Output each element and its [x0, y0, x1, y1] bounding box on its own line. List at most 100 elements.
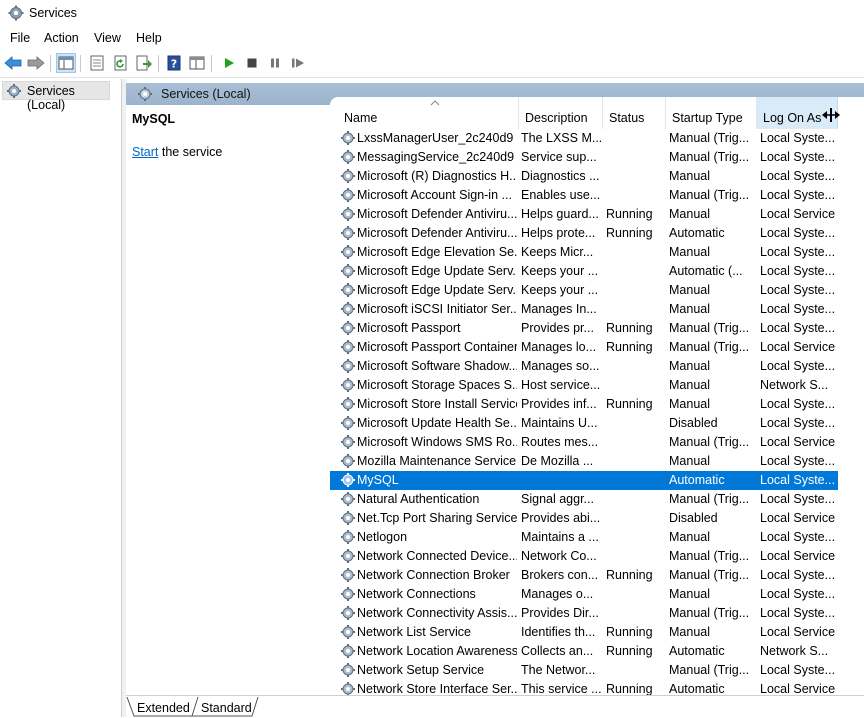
cell-startup-type: Automatic [669, 682, 725, 695]
forward-icon[interactable] [26, 53, 46, 73]
window-title: Services [29, 6, 77, 20]
cell-name: Network Connectivity Assis... [357, 606, 517, 620]
table-row[interactable]: Microsoft Edge Update Serv... Keeps your … [330, 281, 838, 300]
cell-name: Microsoft Edge Update Serv... [357, 264, 517, 278]
cell-log-on-as: Local Syste... [760, 245, 836, 259]
cell-log-on-as: Local Syste... [760, 131, 836, 145]
column-header-startup-type[interactable]: Startup Type [666, 97, 757, 129]
table-row[interactable]: Network Connected Device... Network Co...… [330, 547, 838, 566]
column-header-label: Description [525, 111, 588, 125]
table-row[interactable]: Microsoft Update Health Se... Maintains U… [330, 414, 838, 433]
start-service-icon[interactable] [219, 53, 239, 73]
cell-startup-type: Manual (Trig... [669, 663, 750, 677]
restart-service-icon[interactable] [288, 53, 308, 73]
cell-name: Network List Service [357, 625, 471, 639]
cell-description: Helps guard... [521, 207, 599, 221]
table-row[interactable]: Mozilla Maintenance Service De Mozilla ..… [330, 452, 838, 471]
service-gear-icon [341, 283, 355, 297]
table-row[interactable]: Network Connections Manages o... Manual Loc… [330, 585, 838, 604]
table-row[interactable]: Microsoft Store Install Service Provides … [330, 395, 838, 414]
cell-status: Running [606, 207, 653, 221]
services-gear-icon [8, 5, 24, 21]
pause-service-icon[interactable] [265, 53, 285, 73]
table-row[interactable]: Microsoft Account Sign-in ... Enables use… [330, 186, 838, 205]
cell-description: Manages so... [521, 359, 600, 373]
table-row[interactable]: Microsoft iSCSI Initiator Ser... Manages … [330, 300, 838, 319]
back-icon[interactable] [3, 53, 23, 73]
table-row[interactable]: MySQL Automatic Local Syste... [330, 471, 838, 490]
column-header-status[interactable]: Status [603, 97, 666, 129]
cell-name: Natural Authentication [357, 492, 480, 506]
table-row[interactable]: Microsoft Edge Elevation Se... Keeps Micr… [330, 243, 838, 262]
cell-log-on-as: Local Syste... [760, 302, 836, 316]
menu-help[interactable]: Help [136, 31, 162, 45]
tree-item-services-local[interactable]: Services (Local) [2, 81, 110, 112]
menu-action[interactable]: Action [44, 31, 79, 45]
table-row[interactable]: Microsoft Storage Spaces S... Host servic… [330, 376, 838, 395]
service-gear-icon [341, 207, 355, 221]
cell-description: Signal aggr... [521, 492, 594, 506]
cell-description: Service sup... [521, 150, 597, 164]
console-icon[interactable] [187, 53, 207, 73]
cell-log-on-as: Local Service [760, 207, 836, 221]
column-header-name[interactable]: Name [338, 97, 519, 129]
table-row[interactable]: Network Connection Broker Brokers con... R… [330, 566, 838, 585]
service-gear-icon [341, 454, 355, 468]
refresh-icon[interactable] [111, 53, 131, 73]
service-gear-icon [341, 302, 355, 316]
service-gear-icon [341, 359, 355, 373]
table-row[interactable]: Natural Authentication Signal aggr... Manu… [330, 490, 838, 509]
cell-name: Microsoft Update Health Se... [357, 416, 517, 430]
table-row[interactable]: Network List Service Identifies th... Runn… [330, 623, 838, 642]
table-row[interactable]: Microsoft Defender Antiviru... Helps prot… [330, 224, 838, 243]
service-gear-icon [341, 644, 355, 658]
table-row[interactable]: Microsoft Defender Antiviru... Helps guar… [330, 205, 838, 224]
table-row[interactable]: Network Setup Service The Networ... Manual… [330, 661, 838, 680]
cell-log-on-as: Local Service [760, 511, 836, 525]
table-row[interactable]: Microsoft Edge Update Serv... Keeps your … [330, 262, 838, 281]
table-row[interactable]: Microsoft Software Shadow... Manages so..… [330, 357, 838, 376]
table-row[interactable]: Microsoft Passport Provides pr... Running M… [330, 319, 838, 338]
tab-standard[interactable]: Standard [190, 697, 254, 715]
cell-description: Manages lo... [521, 340, 597, 354]
tab-extended[interactable]: Extended [126, 697, 194, 715]
table-row[interactable]: Microsoft Windows SMS Ro... Routes mes...… [330, 433, 838, 452]
cell-log-on-as: Local Syste... [760, 587, 836, 601]
sort-ascending-icon [430, 100, 440, 106]
cell-startup-type: Automatic [669, 644, 725, 658]
table-row[interactable]: Network Connectivity Assis... Provides Di… [330, 604, 838, 623]
show-hide-tree-icon[interactable] [56, 53, 76, 73]
cell-startup-type: Automatic [669, 226, 725, 240]
service-gear-icon [341, 169, 355, 183]
service-gear-icon [341, 682, 355, 695]
cell-startup-type: Manual [669, 454, 710, 468]
title-bar: Services [0, 0, 864, 28]
cell-name: Microsoft (R) Diagnostics H... [357, 169, 517, 183]
cell-name: Network Connections [357, 587, 476, 601]
help-icon[interactable]: ? [164, 53, 184, 73]
column-header-description[interactable]: Description [519, 97, 603, 129]
service-gear-icon [341, 511, 355, 525]
export-list-icon[interactable] [134, 53, 154, 73]
cell-description: Identifies th... [521, 625, 596, 639]
table-row[interactable]: Netlogon Maintains a ... Manual Local Syste… [330, 528, 838, 547]
table-row[interactable]: Network Store Interface Ser... This servi… [330, 680, 838, 695]
cell-status: Running [606, 397, 653, 411]
stop-service-icon[interactable] [242, 53, 262, 73]
table-row[interactable]: LxssManagerUser_2c240d9 The LXSS M... Manu… [330, 129, 838, 148]
toolbar-separator [80, 55, 81, 72]
properties-icon[interactable] [87, 53, 107, 73]
menu-file[interactable]: File [10, 31, 30, 45]
cell-name: Microsoft Defender Antiviru... [357, 207, 517, 221]
cell-description: Diagnostics ... [521, 169, 600, 183]
table-row[interactable]: Microsoft Passport Container Manages lo..… [330, 338, 838, 357]
table-row[interactable]: Network Location Awareness Collects an...… [330, 642, 838, 661]
selected-service-name: MySQL [132, 112, 176, 126]
start-service-link[interactable]: Start [132, 145, 158, 159]
menu-view[interactable]: View [94, 31, 121, 45]
table-row[interactable]: Net.Tcp Port Sharing Service Provides abi… [330, 509, 838, 528]
table-row[interactable]: Microsoft (R) Diagnostics H... Diagnostic… [330, 167, 838, 186]
cell-log-on-as: Local Syste... [760, 606, 836, 620]
cell-name: Microsoft Windows SMS Ro... [357, 435, 517, 449]
table-row[interactable]: MessagingService_2c240d9 Service sup... Ma… [330, 148, 838, 167]
